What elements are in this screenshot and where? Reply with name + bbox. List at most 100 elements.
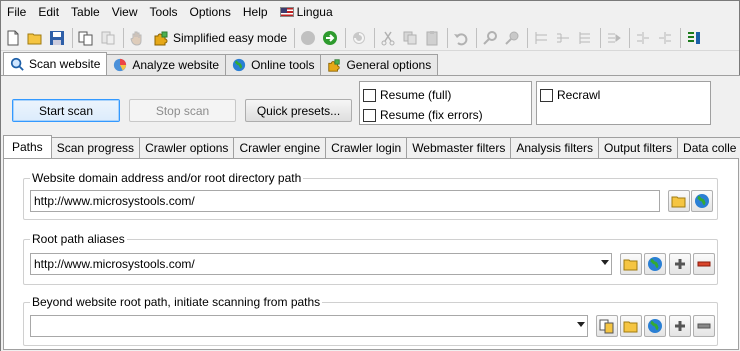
menu-options[interactable]: Options xyxy=(184,2,237,22)
tab-data-collection[interactable]: Data colle xyxy=(677,137,740,158)
beyond-folder-button[interactable] xyxy=(620,315,642,337)
puzzle-icon xyxy=(154,31,168,45)
go-arrow-icon[interactable] xyxy=(320,28,340,48)
root-aliases-value: http://www.microsystools.com/ xyxy=(34,257,195,271)
quick-presets-label: Quick presets... xyxy=(256,103,341,118)
tab-crawler-login-label: Crawler login xyxy=(331,141,402,155)
tab-crawler-login[interactable]: Crawler login xyxy=(325,137,408,158)
menu-lingua[interactable]: Lingua xyxy=(274,2,339,22)
beyond-copy-button[interactable] xyxy=(596,315,618,337)
beyond-add-button[interactable] xyxy=(669,315,691,337)
toolbar-separator xyxy=(680,27,682,48)
tree-expand-icon[interactable] xyxy=(553,28,573,48)
arrow-right-list-icon[interactable] xyxy=(604,28,624,48)
cut-icon[interactable] xyxy=(378,28,398,48)
refresh-icon[interactable] xyxy=(349,28,369,48)
browse-web-button[interactable] xyxy=(691,190,713,212)
recrawl-box xyxy=(540,88,553,102)
folder-icon xyxy=(623,259,638,271)
tree-collapse-icon[interactable] xyxy=(531,28,551,48)
beyond-remove-button[interactable] xyxy=(693,315,715,337)
globe-icon xyxy=(648,319,662,333)
resume-full-checkbox[interactable]: Resume (full) xyxy=(363,86,451,104)
aliases-add-button[interactable] xyxy=(669,253,691,275)
beyond-web-button[interactable] xyxy=(644,315,666,337)
recrawl-checkbox[interactable]: Recrawl xyxy=(540,86,600,104)
open-folder-icon[interactable] xyxy=(25,28,45,48)
menu-view-label: View xyxy=(111,5,138,19)
tab-general-options[interactable]: General options xyxy=(320,54,439,75)
menu-view[interactable]: View xyxy=(106,2,144,22)
tab-scan-website[interactable]: Scan website xyxy=(3,52,108,75)
stop-circle-icon[interactable] xyxy=(298,28,318,48)
tab-general-options-label: General options xyxy=(346,58,432,72)
tab-online-tools[interactable]: Online tools xyxy=(225,54,322,75)
menu-tools[interactable]: Tools xyxy=(144,2,184,22)
minus-icon xyxy=(697,261,711,267)
toolbar-separator xyxy=(600,27,602,48)
resume-full-box xyxy=(363,88,376,102)
paste-pages-icon[interactable] xyxy=(98,28,118,48)
resume-options-box: Resume (full) Resume (fix errors) xyxy=(359,81,532,125)
menu-edit[interactable]: Edit xyxy=(32,2,65,22)
beyond-root-title: Beyond website root path, initiate scann… xyxy=(30,295,323,309)
quick-presets-button[interactable]: Quick presets... xyxy=(245,99,352,122)
toolbar-separator xyxy=(72,27,73,48)
us-flag-icon xyxy=(279,7,294,17)
find-next-icon[interactable] xyxy=(502,28,522,48)
tree-level-icon[interactable] xyxy=(575,28,595,48)
split-right-icon[interactable] xyxy=(655,28,675,48)
menu-file-label: File xyxy=(7,5,27,19)
aliases-folder-button[interactable] xyxy=(620,253,642,275)
tab-paths[interactable]: Paths xyxy=(3,135,52,158)
toolbar-separator xyxy=(123,27,124,48)
new-document-icon[interactable] xyxy=(3,28,23,48)
resume-fix-errors-checkbox[interactable]: Resume (fix errors) xyxy=(363,106,483,124)
hand-icon[interactable] xyxy=(127,28,147,48)
resume-fix-errors-label: Resume (fix errors) xyxy=(380,108,483,122)
chevron-down-icon xyxy=(601,260,609,265)
tab-crawler-options[interactable]: Crawler options xyxy=(139,137,235,158)
beyond-root-group: Beyond website root path, initiate scann… xyxy=(23,295,718,346)
aliases-remove-button[interactable] xyxy=(693,253,715,275)
root-aliases-group: Root path aliases http://www.microsystoo… xyxy=(23,232,718,285)
tab-scan-progress[interactable]: Scan progress xyxy=(50,137,141,158)
tab-crawler-engine-label: Crawler engine xyxy=(239,141,321,155)
menu-table[interactable]: Table xyxy=(65,2,106,22)
export-icon[interactable] xyxy=(684,28,704,48)
menu-help[interactable]: Help xyxy=(237,2,274,22)
start-scan-button[interactable]: Start scan xyxy=(12,99,120,122)
copy-icon[interactable] xyxy=(400,28,420,48)
domain-address-value: http://www.microsystools.com/ xyxy=(34,194,195,208)
globe-icon xyxy=(648,257,662,271)
browse-folder-button[interactable] xyxy=(668,190,690,212)
tab-output-filters[interactable]: Output filters xyxy=(598,137,679,158)
start-scan-label: Start scan xyxy=(38,103,94,118)
find-icon[interactable] xyxy=(480,28,500,48)
resume-full-label: Resume (full) xyxy=(380,88,452,102)
plus-icon xyxy=(675,259,685,269)
tab-scan-progress-label: Scan progress xyxy=(56,141,135,155)
globe-icon xyxy=(695,194,709,208)
tab-crawler-options-label: Crawler options xyxy=(145,141,229,155)
root-aliases-combobox[interactable]: http://www.microsystools.com/ xyxy=(30,253,612,275)
tab-analyze-website[interactable]: Analyze website xyxy=(106,54,227,75)
beyond-root-combobox[interactable] xyxy=(30,315,588,337)
menu-options-label: Options xyxy=(189,5,231,19)
aliases-web-button[interactable] xyxy=(644,253,666,275)
copy-pages-icon[interactable] xyxy=(76,28,96,48)
tab-crawler-engine[interactable]: Crawler engine xyxy=(233,137,327,158)
tab-analysis-filters[interactable]: Analysis filters xyxy=(510,137,600,158)
stop-scan-button[interactable]: Stop scan xyxy=(129,99,236,122)
tab-analysis-filters-label: Analysis filters xyxy=(516,141,594,155)
undo-icon[interactable] xyxy=(451,28,471,48)
paste-icon[interactable] xyxy=(422,28,442,48)
tab-webmaster-filters[interactable]: Webmaster filters xyxy=(406,137,512,158)
simplified-easy-mode-button[interactable]: Simplified easy mode xyxy=(149,27,291,49)
save-icon[interactable] xyxy=(47,28,67,48)
split-left-icon[interactable] xyxy=(633,28,653,48)
domain-address-input[interactable]: http://www.microsystools.com/ xyxy=(30,190,660,212)
toolbar-separator xyxy=(629,27,631,48)
stop-scan-label: Stop scan xyxy=(155,103,210,118)
menu-file[interactable]: File xyxy=(1,2,32,22)
